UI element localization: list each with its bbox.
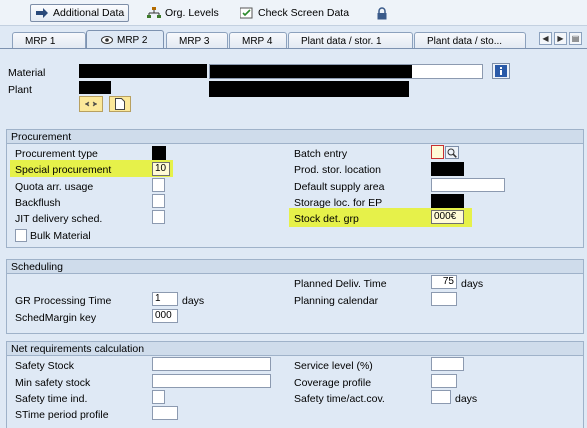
tab-strip: MRP 1 MRP 2 MRP 3 MRP 4 Plant data / sto… [0, 27, 587, 49]
backflush-field[interactable] [152, 194, 165, 208]
list-icon: ▤ [571, 34, 580, 43]
stock-det-grp-label: Stock det. grp [294, 213, 359, 225]
plant-label: Plant [8, 84, 32, 96]
tab-plant-data-stor-2[interactable]: Plant data / sto... [414, 32, 526, 49]
procurement-type-redacted [152, 146, 166, 160]
default-supply-area-label: Default supply area [294, 181, 385, 193]
plant-name-redacted [209, 81, 409, 97]
safety-time-act-cov-unit: days [455, 393, 478, 405]
tab-mrp-3[interactable]: MRP 3 [166, 32, 228, 49]
safety-time-ind-field[interactable] [152, 390, 165, 404]
additional-data-label: Additional Data [53, 7, 125, 19]
gr-processing-time-field[interactable]: 1 [152, 292, 178, 306]
tab-label: MRP 3 [179, 35, 210, 47]
link-icon [85, 101, 97, 107]
safety-stock-label: Safety Stock [15, 360, 74, 372]
tab-next-button[interactable]: ▶ [554, 32, 567, 45]
min-safety-stock-field[interactable] [152, 374, 271, 388]
batch-entry-field[interactable] [431, 145, 444, 159]
chevron-right-icon: ▶ [557, 34, 564, 43]
procurement-title: Procurement [7, 130, 583, 144]
safety-time-act-cov-label: Safety time/act.cov. [294, 393, 385, 405]
prod-stor-location-redacted [431, 162, 464, 176]
tab-label: MRP 1 [25, 35, 56, 47]
chevron-left-icon: ◀ [542, 34, 549, 43]
service-level-label: Service level (%) [294, 360, 373, 372]
min-safety-stock-label: Min safety stock [15, 377, 91, 389]
tab-mrp-1[interactable]: MRP 1 [12, 32, 86, 49]
planned-deliv-time-label: Planned Deliv. Time [294, 278, 387, 290]
bulk-material-label: Bulk Material [30, 230, 91, 242]
material-number-redacted [79, 64, 207, 78]
storage-loc-ep-redacted [431, 194, 464, 208]
planning-calendar-label: Planning calendar [294, 295, 379, 307]
document-button[interactable] [109, 96, 131, 112]
bulk-material-checkbox[interactable] [15, 229, 27, 242]
arrow-right-icon [36, 8, 48, 18]
stock-det-grp-field[interactable]: 000€ [431, 210, 464, 224]
safety-stock-field[interactable] [152, 357, 271, 371]
tab-label: MRP 2 [117, 34, 148, 46]
check-screen-data-button[interactable]: Check Screen Data [236, 4, 353, 22]
special-procurement-label: Special procurement [15, 164, 112, 176]
scheduling-title: Scheduling [7, 260, 583, 274]
safety-time-ind-label: Safety time ind. [15, 393, 88, 405]
lock-icon [377, 6, 387, 19]
tab-prev-button[interactable]: ◀ [539, 32, 552, 45]
info-button[interactable] [492, 63, 510, 79]
material-description-redacted [210, 65, 412, 78]
net-requirements-title: Net requirements calculation [7, 342, 583, 356]
check-screen-icon [240, 7, 253, 19]
sched-margin-key-field[interactable]: 000 [152, 309, 178, 323]
org-levels-button[interactable]: Org. Levels [143, 4, 223, 22]
safety-time-act-cov-field[interactable] [431, 390, 451, 404]
sched-margin-key-label: SchedMargin key [15, 312, 97, 324]
stime-period-profile-label: STime period profile [15, 409, 109, 421]
check-screen-data-label: Check Screen Data [258, 7, 350, 19]
tab-label: MRP 4 [242, 35, 273, 47]
batch-entry-search-button[interactable] [445, 146, 459, 159]
gr-processing-time-label: GR Processing Time [15, 295, 112, 307]
tab-divider [0, 48, 587, 49]
default-supply-area-field[interactable] [431, 178, 505, 192]
tab-list-button[interactable]: ▤ [569, 32, 582, 45]
material-label: Material [8, 67, 46, 79]
material-description-field[interactable] [209, 64, 483, 79]
additional-data-button[interactable]: Additional Data [30, 4, 130, 22]
planned-deliv-time-unit: days [461, 278, 484, 290]
org-levels-icon [147, 7, 161, 18]
document-icon [115, 98, 125, 110]
tab-label: Plant data / stor. 1 [301, 35, 382, 47]
quota-arr-usage-label: Quota arr. usage [15, 181, 94, 193]
tab-mrp-2[interactable]: MRP 2 [86, 30, 164, 49]
gr-processing-time-unit: days [182, 295, 205, 307]
prod-stor-location-label: Prod. stor. location [294, 164, 381, 176]
coverage-profile-label: Coverage profile [294, 377, 372, 389]
org-levels-label: Org. Levels [165, 7, 219, 19]
service-level-field[interactable] [431, 357, 464, 371]
coverage-profile-field[interactable] [431, 374, 457, 388]
procurement-type-label: Procurement type [15, 148, 98, 160]
stime-period-profile-field[interactable] [152, 406, 178, 420]
backflush-label: Backflush [15, 197, 61, 209]
jit-delivery-label: JIT delivery sched. [15, 213, 103, 225]
quota-arr-usage-field[interactable] [152, 178, 165, 192]
lock-button[interactable] [372, 4, 392, 22]
application-toolbar: Additional Data Org. Levels Check Screen… [0, 0, 587, 26]
link-button[interactable] [79, 96, 103, 112]
tab-mrp-4[interactable]: MRP 4 [229, 32, 287, 49]
planning-calendar-field[interactable] [431, 292, 457, 306]
info-icon [495, 65, 507, 77]
jit-delivery-field[interactable] [152, 210, 165, 224]
tab-label: Plant data / sto... [427, 35, 503, 47]
tab-plant-data-stor-1[interactable]: Plant data / stor. 1 [288, 32, 413, 49]
planned-deliv-time-field[interactable]: 75 [431, 275, 457, 289]
search-icon [447, 148, 457, 158]
special-procurement-field[interactable]: 10 [152, 162, 170, 176]
eye-icon [101, 36, 113, 44]
plant-code-redacted [79, 81, 111, 94]
batch-entry-label: Batch entry [294, 148, 348, 160]
